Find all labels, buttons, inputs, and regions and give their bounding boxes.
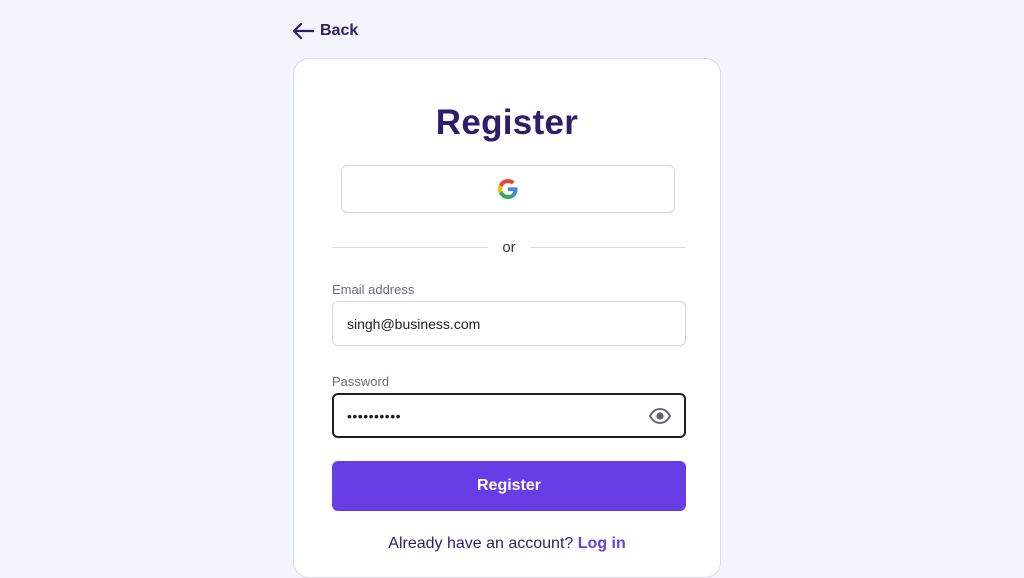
login-link[interactable]: Log in — [578, 535, 626, 552]
email-field[interactable]: singh@business.com — [332, 301, 686, 346]
back-label: Back — [320, 22, 359, 39]
password-label: Password — [332, 374, 390, 389]
divider-line — [529, 246, 686, 248]
divider-line — [332, 246, 489, 248]
password-field[interactable]: •••••••••• — [332, 393, 686, 438]
back-link[interactable]: Back — [292, 22, 358, 40]
login-prompt-text: Already have an account? — [388, 535, 574, 552]
register-card: Register or Email address singh@business… — [293, 58, 721, 578]
google-logo-icon — [498, 179, 518, 199]
email-value: singh@business.com — [347, 315, 481, 332]
divider-text: or — [502, 238, 516, 256]
page-title: Register — [435, 103, 579, 142]
or-divider: or — [332, 237, 686, 257]
eye-icon[interactable] — [649, 407, 671, 424]
login-prompt: Already have an account? Log in — [294, 535, 720, 553]
google-signin-button[interactable] — [341, 165, 675, 213]
arrow-left-icon — [292, 23, 314, 39]
register-button[interactable]: Register — [332, 461, 686, 511]
password-value: •••••••••• — [347, 407, 402, 424]
email-label: Email address — [332, 282, 415, 297]
